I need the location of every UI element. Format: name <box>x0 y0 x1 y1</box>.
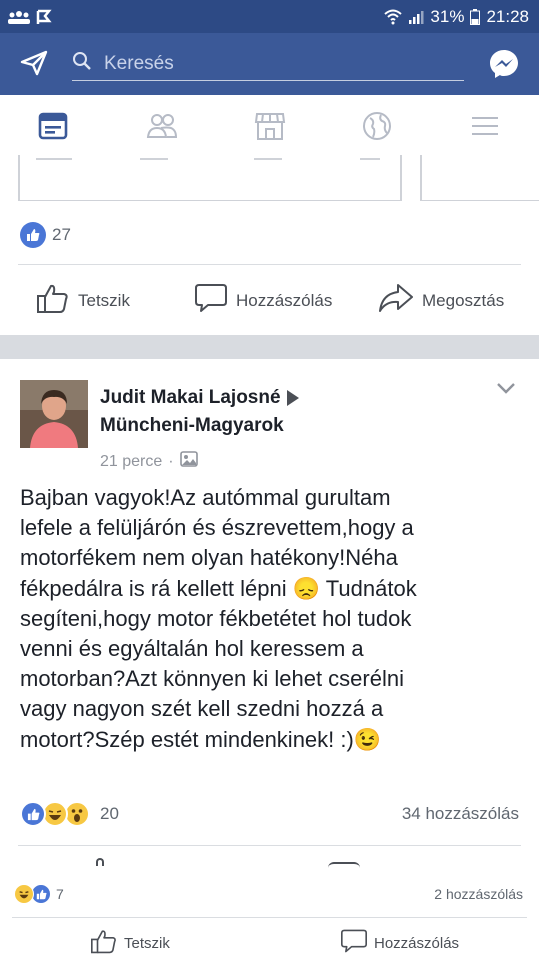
like-reaction-icon <box>20 222 46 248</box>
search-placeholder: Keresés <box>104 52 174 74</box>
post-text-line: motorfékem nem olyan hatékony!Néha <box>20 545 398 571</box>
post-text: Bajban vagyok!Az autómmal gurultam lefel… <box>20 483 525 755</box>
like-button[interactable]: Tetszik <box>90 928 170 958</box>
dot-separator: · <box>168 452 174 470</box>
post-meta: 21 perce · <box>100 451 198 472</box>
comment-icon <box>194 282 228 319</box>
like-reaction-icon <box>31 884 51 904</box>
comment-label: Hozzászólás <box>374 934 460 952</box>
reaction-count: 20 <box>100 804 119 823</box>
tab-bar <box>0 95 539 155</box>
post-text-line: venni és egyáltalán hol keressem a <box>20 636 364 662</box>
battery-icon <box>470 8 481 25</box>
share-icon <box>378 282 414 319</box>
direct-send-icon[interactable] <box>20 50 48 81</box>
signal-icon <box>408 9 424 25</box>
thumbs-up-icon <box>36 282 70 319</box>
post-text-line: motorban?Azt könnyen ki lehet cserélni <box>20 666 404 692</box>
messenger-icon[interactable] <box>487 47 521 86</box>
like-button[interactable]: Tetszik <box>36 282 130 319</box>
post-text-line: segíteni,hogy motor fékbetétet hol tudok <box>20 605 412 631</box>
marketplace-icon[interactable] <box>254 111 286 146</box>
comment-button[interactable]: Hozzászólás <box>194 282 332 319</box>
group-notification-icon <box>8 10 30 24</box>
remnant-mark <box>328 862 360 868</box>
group-audience-icon <box>179 451 198 472</box>
previous-post-likes[interactable]: 27 <box>20 222 71 248</box>
comment-button[interactable]: Hozzászólás <box>340 928 459 958</box>
post-text-line: Bajban vagyok!Az autómmal gurultam <box>20 485 391 510</box>
previous-post-attachment <box>0 155 539 205</box>
comment-icon <box>340 928 368 958</box>
like-count: 27 <box>52 225 71 244</box>
wifi-icon <box>384 9 403 25</box>
comment-count[interactable]: 34 hozzászólás <box>402 804 519 824</box>
divider <box>12 917 527 918</box>
chevron-down-icon[interactable] <box>495 380 517 401</box>
like-label: Tetszik <box>78 290 130 310</box>
clock: 21:28 <box>486 6 529 26</box>
post-text-line: motort?Szép estét mindenkinek! :)😉 <box>20 726 382 752</box>
share-label: Megosztás <box>422 290 505 310</box>
news-feed-icon[interactable] <box>38 111 68 146</box>
menu-icon[interactable] <box>470 111 500 146</box>
comment-label: Hozzászólás <box>236 290 333 310</box>
post-text-line: vagy nagyon szét kell szedni hozzá a <box>20 696 384 722</box>
previous-post-actions: Tetszik Hozzászólás Megosztás <box>0 276 539 322</box>
friends-icon[interactable] <box>146 111 178 146</box>
thumbs-up-icon <box>90 928 118 958</box>
status-bar: 31% 21:28 <box>0 0 539 33</box>
like-reaction-icon <box>20 801 46 827</box>
app-header: Keresés <box>0 33 539 95</box>
post-text-line: lefele a felüljárón és észrevettem,hogy … <box>20 515 414 541</box>
post-reactions[interactable]: 20 <box>20 801 119 827</box>
battery-percent: 31% <box>430 6 465 26</box>
search-icon <box>72 51 92 76</box>
post-text-line: fékpedálra is rá kellett lépni 😞 Tudnáto… <box>20 575 417 601</box>
post-time[interactable]: 21 perce <box>100 453 162 471</box>
share-button[interactable]: Megosztás <box>378 282 504 319</box>
feed-separator <box>0 335 539 359</box>
next-post-reactions[interactable]: 7 <box>14 884 64 904</box>
author-name[interactable]: Judit Makai Lajosné <box>100 387 281 408</box>
flag-notification-icon <box>36 9 52 25</box>
globe-icon[interactable] <box>362 111 392 146</box>
arrow-right-icon <box>286 389 299 406</box>
search-input[interactable]: Keresés <box>72 47 464 81</box>
haha-reaction-icon <box>14 884 34 904</box>
comment-count[interactable]: 2 hozzászólás <box>434 886 523 902</box>
post-author[interactable]: Judit Makai Lajosné Müncheni-Magyarok <box>100 384 299 440</box>
remnant-mark <box>96 858 104 866</box>
reaction-count: 7 <box>56 886 64 902</box>
like-label: Tetszik <box>124 934 170 952</box>
divider <box>18 845 521 846</box>
group-name[interactable]: Müncheni-Magyarok <box>100 415 284 436</box>
avatar[interactable] <box>20 380 88 448</box>
divider <box>18 264 521 265</box>
